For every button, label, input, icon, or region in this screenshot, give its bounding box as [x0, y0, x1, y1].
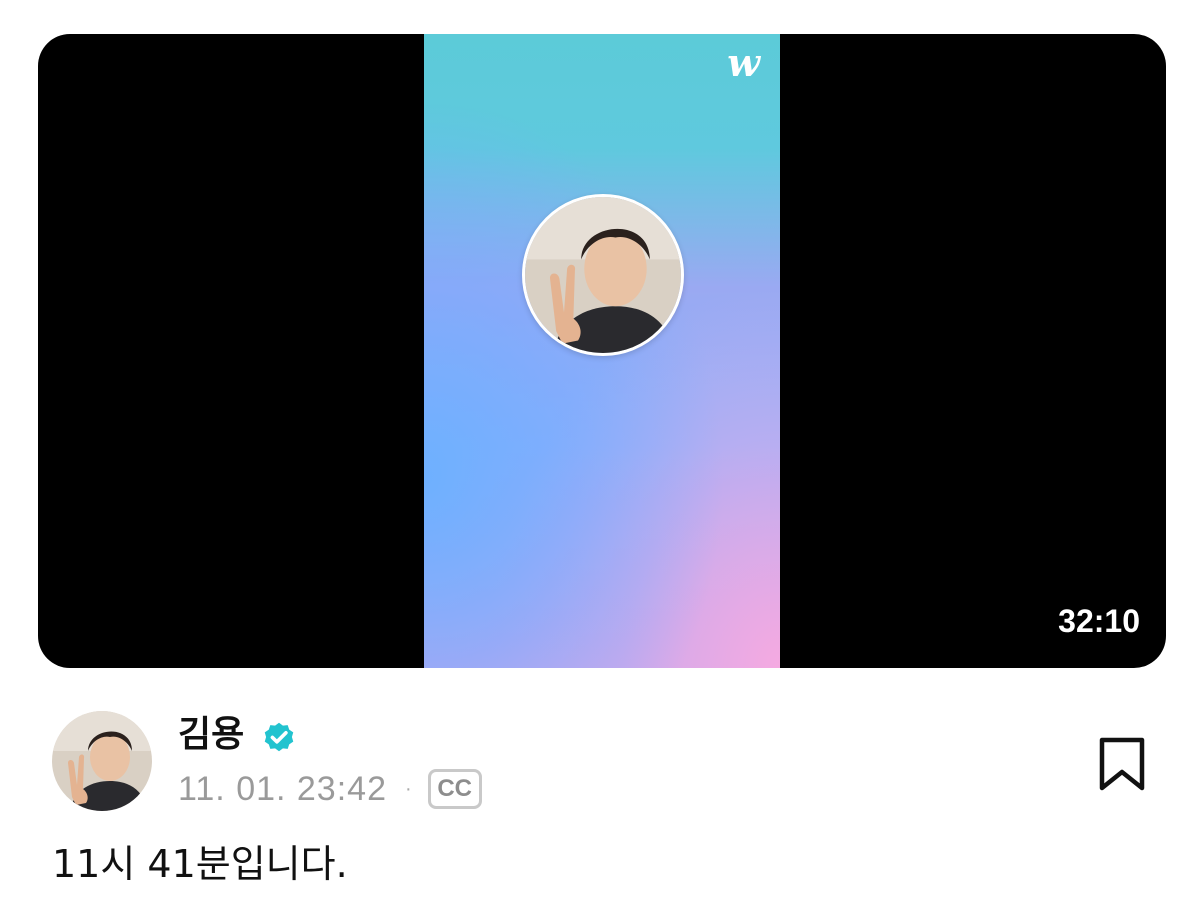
video-thumbnail: w	[424, 34, 780, 668]
verified-badge-icon	[264, 722, 294, 752]
meta-separator: ·	[404, 777, 412, 800]
video-duration: 32:10	[1058, 603, 1140, 639]
cc-badge[interactable]: CC	[427, 769, 482, 809]
host-avatar	[522, 194, 684, 356]
post-body-text: 11시 41분입니다.	[52, 842, 348, 886]
post-meta: 11. 01. 23:42 · CC	[178, 766, 482, 812]
video-player[interactable]: w 32:10	[38, 34, 1166, 668]
author-name[interactable]: 김용	[178, 713, 244, 757]
brand-logo-icon: w	[727, 40, 760, 85]
bookmark-icon[interactable]	[1096, 736, 1148, 792]
author-avatar[interactable]	[52, 711, 152, 811]
post-timestamp: 11. 01. 23:42	[178, 769, 387, 808]
